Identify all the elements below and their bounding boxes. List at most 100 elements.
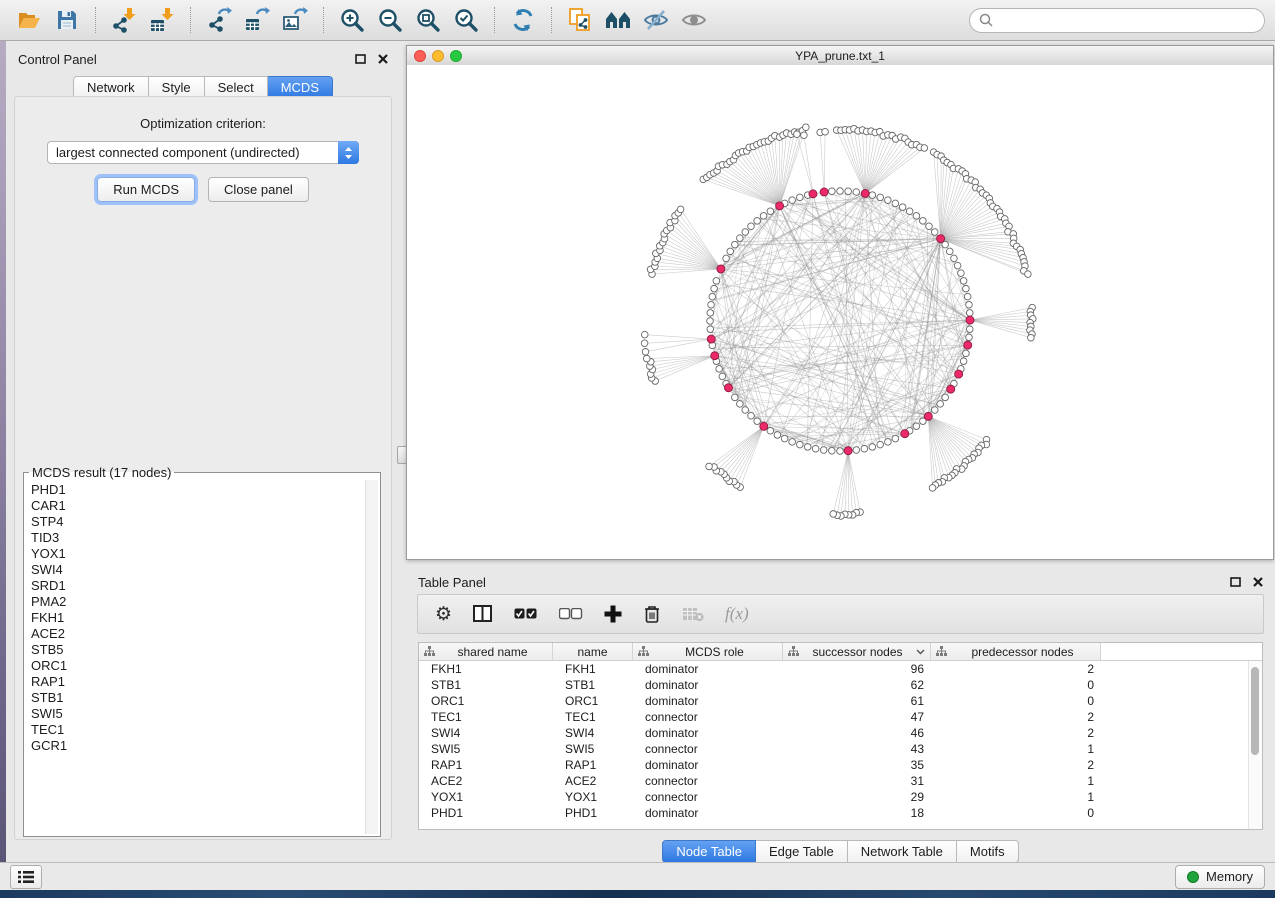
graph-node[interactable] [641, 331, 648, 338]
graph-node[interactable] [812, 445, 819, 452]
graph-node[interactable] [801, 132, 808, 139]
graph-node[interactable] [789, 197, 796, 204]
graph-edge[interactable] [820, 132, 824, 192]
graph-node[interactable] [789, 439, 796, 446]
graph-node-mcds[interactable] [809, 190, 817, 198]
graph-node[interactable] [913, 423, 920, 430]
mcds-result-item[interactable]: FKH1 [26, 610, 365, 626]
zoom-fit-button[interactable] [412, 4, 444, 36]
graph-edge[interactable] [937, 155, 941, 239]
graph-node[interactable] [767, 427, 774, 434]
tab-edge-table[interactable]: Edge Table [756, 840, 848, 863]
deselect-all-rows-button[interactable] [559, 608, 583, 620]
graph-node[interactable] [853, 189, 860, 196]
table-row[interactable]: TEC1 TEC1 connector 47 2 [419, 709, 1262, 725]
graph-edge[interactable] [728, 303, 969, 387]
graph-node[interactable] [837, 448, 844, 455]
graph-edge[interactable] [865, 142, 908, 193]
graph-node[interactable] [845, 188, 852, 195]
column-header-mcds-role[interactable]: MCDS role [633, 643, 783, 661]
graph-node[interactable] [781, 435, 788, 442]
show-all-button[interactable] [678, 4, 710, 36]
graph-edge[interactable] [719, 166, 780, 206]
graph-node[interactable] [709, 293, 716, 300]
graph-node[interactable] [742, 229, 749, 236]
graph-node[interactable] [767, 208, 774, 215]
table-row[interactable]: STB1 STB1 dominator 62 0 [419, 677, 1262, 693]
import-table-button[interactable] [146, 4, 178, 36]
network-window-titlebar[interactable]: YPA_prune.txt_1 [407, 46, 1273, 66]
network-canvas[interactable] [407, 65, 1273, 559]
graph-edge[interactable] [652, 269, 721, 274]
graph-node[interactable] [677, 206, 684, 213]
zoom-out-button[interactable] [374, 4, 406, 36]
graph-edge[interactable] [667, 230, 721, 268]
graph-node-mcds[interactable] [760, 422, 768, 430]
graph-node[interactable] [837, 188, 844, 195]
optimization-criterion-select[interactable]: largest connected component (undirected) [47, 141, 359, 164]
graph-node[interactable] [892, 200, 899, 207]
graph-node-mcds[interactable] [924, 412, 932, 420]
graph-node[interactable] [892, 435, 899, 442]
column-header-predecessor-nodes[interactable]: predecessor nodes [931, 643, 1101, 661]
table-scrollbar-thumb[interactable] [1251, 667, 1259, 755]
function-builder-button[interactable]: f(x) [725, 604, 749, 624]
graph-node[interactable] [829, 447, 836, 454]
table-row[interactable]: ACE2 ACE2 connector 31 1 [419, 773, 1262, 789]
graph-node[interactable] [964, 293, 971, 300]
graph-edge[interactable] [848, 451, 856, 513]
graph-node[interactable] [774, 432, 781, 439]
graph-node[interactable] [760, 213, 767, 220]
graph-edge[interactable] [655, 356, 715, 381]
graph-node[interactable] [929, 485, 936, 492]
import-network-button[interactable] [108, 4, 140, 36]
graph-node[interactable] [946, 248, 953, 255]
delete-table-button[interactable] [682, 606, 704, 622]
column-header-name[interactable]: name [553, 643, 633, 661]
graph-node[interactable] [877, 194, 884, 201]
tab-node-table[interactable]: Node Table [662, 840, 756, 863]
mcds-result-item[interactable]: STB1 [26, 690, 365, 706]
graph-node[interactable] [960, 358, 967, 365]
graph-node[interactable] [829, 188, 836, 195]
dropdown-stepper[interactable] [338, 141, 359, 164]
graph-node[interactable] [954, 262, 961, 269]
graph-edge[interactable] [934, 152, 941, 239]
table-row[interactable]: RAP1 RAP1 dominator 35 2 [419, 757, 1262, 773]
graph-node[interactable] [723, 255, 730, 262]
graph-edge[interactable] [941, 163, 948, 239]
graph-node[interactable] [966, 326, 973, 333]
mcds-result-item[interactable]: TEC1 [26, 722, 365, 738]
graph-node[interactable] [958, 270, 965, 277]
column-header-shared-name[interactable]: shared name [419, 643, 553, 661]
apply-layout-button[interactable] [507, 4, 539, 36]
graph-node[interactable] [706, 463, 713, 470]
run-mcds-button[interactable]: Run MCDS [97, 177, 195, 202]
float-table-panel-button[interactable] [1230, 577, 1241, 588]
zoom-selected-button[interactable] [450, 4, 482, 36]
graph-node[interactable] [719, 373, 726, 380]
mcds-result-item[interactable]: SWI4 [26, 562, 365, 578]
table-row[interactable]: FKH1 FKH1 dominator 96 2 [419, 661, 1262, 677]
graph-node[interactable] [822, 128, 829, 135]
graph-edge[interactable] [865, 138, 905, 193]
table-row[interactable]: PHD1 PHD1 dominator 18 0 [419, 805, 1262, 821]
float-panel-button[interactable] [355, 54, 366, 65]
select-all-rows-button[interactable] [514, 608, 538, 620]
graph-node[interactable] [877, 441, 884, 448]
mcds-result-item[interactable]: TID3 [26, 530, 365, 546]
graph-edge[interactable] [724, 426, 764, 474]
mcds-result-item[interactable]: PMA2 [26, 594, 365, 610]
graph-edge[interactable] [780, 132, 795, 206]
graph-node-mcds[interactable] [966, 316, 974, 324]
graph-node[interactable] [732, 394, 739, 401]
graph-edge[interactable] [710, 204, 897, 328]
graph-node[interactable] [643, 355, 650, 362]
close-mcds-panel-button[interactable]: Close panel [208, 177, 309, 202]
delete-column-button[interactable] [643, 604, 661, 624]
table-scrollbar[interactable] [1248, 661, 1262, 829]
graph-node[interactable] [926, 223, 933, 230]
graph-node[interactable] [754, 218, 761, 225]
memory-button[interactable]: Memory [1175, 865, 1265, 889]
show-column-selector-button[interactable] [473, 605, 493, 623]
